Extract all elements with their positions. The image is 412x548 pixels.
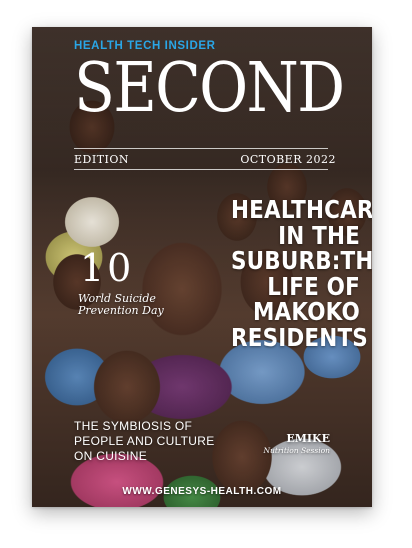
story-nutrition: EMIKE Nutrition Session bbox=[250, 432, 330, 456]
issue-date: OCTOBER 2022 bbox=[240, 153, 336, 166]
edition-label: EDITION bbox=[74, 153, 130, 166]
page-canvas: HEALTH TECH INSIDER SECOND EDITION OCTOB… bbox=[0, 0, 412, 548]
cover-headline: HEALTHCARE IN THE SUBURB:THE LIFE OF MAK… bbox=[231, 195, 372, 352]
masthead-rule-bottom bbox=[74, 169, 328, 170]
website-url: WWW.GENESYS-HEALTH.COM bbox=[122, 486, 282, 497]
story-nutrition-title: EMIKE bbox=[286, 432, 330, 445]
story-nutrition-subtitle: Nutrition Session bbox=[263, 446, 330, 455]
magazine-cover: HEALTH TECH INSIDER SECOND EDITION OCTOB… bbox=[32, 27, 372, 507]
masthead-title: SECOND bbox=[74, 49, 345, 128]
feature-caption: World Suicide Prevention Day bbox=[78, 292, 164, 317]
masthead-rule-top bbox=[74, 148, 328, 149]
feature-number: 10 bbox=[80, 246, 135, 290]
story-cuisine: THE SYMBIOSIS OF PEOPLE AND CULTURE ON C… bbox=[74, 419, 215, 463]
